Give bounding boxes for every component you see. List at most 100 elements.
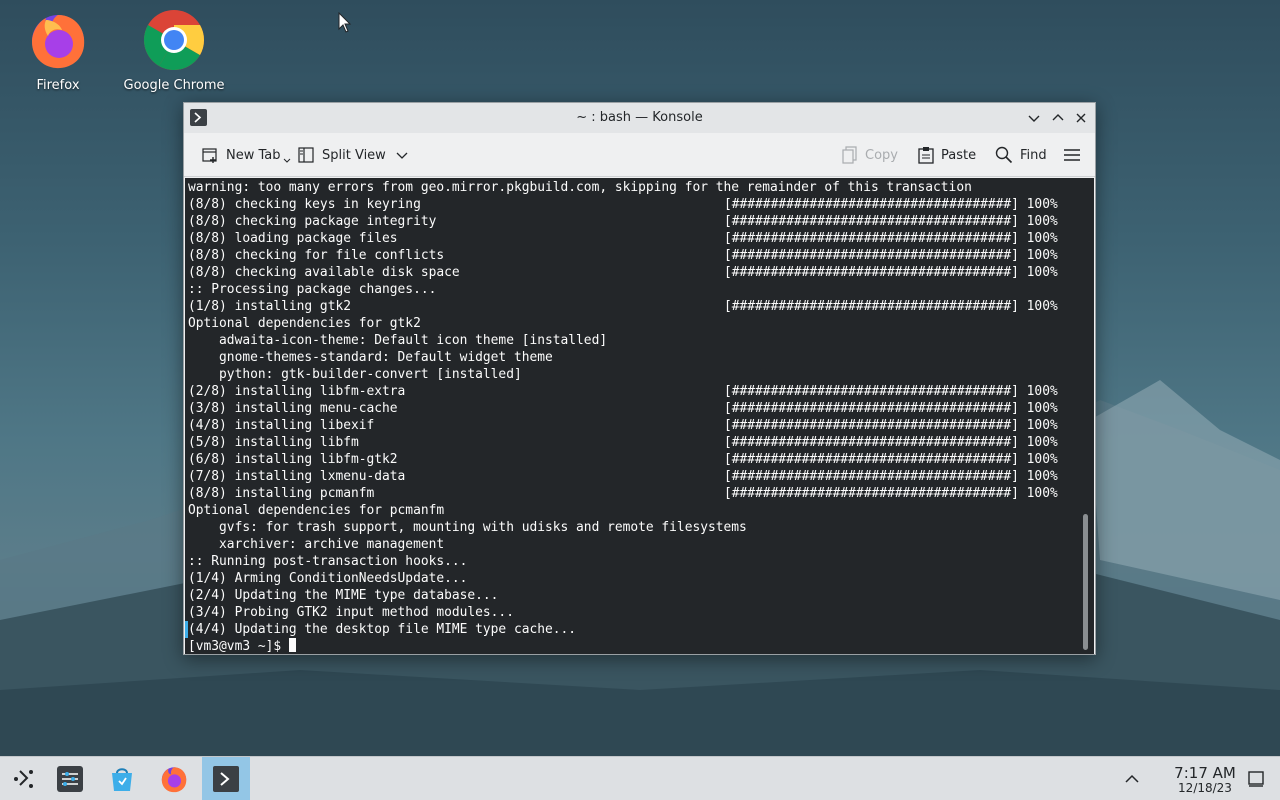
- progress-bar-text: [####################################] 1…: [724, 248, 1058, 263]
- terminal-line: (3/8) installing menu-cache [############…: [188, 400, 1058, 417]
- terminal-line-text: (7/8) installing lxmenu-data: [188, 469, 406, 484]
- split-view-button[interactable]: Split View: [297, 143, 415, 167]
- terminal-line: Optional dependencies for gtk2: [188, 315, 972, 332]
- minimize-button[interactable]: [1025, 109, 1043, 127]
- terminal-line: (3/4) Probing GTK2 input method modules.…: [188, 604, 972, 621]
- desktop-icon-google-chrome[interactable]: Google Chrome: [119, 8, 229, 93]
- terminal-line: gvfs: for trash support, mounting with u…: [188, 519, 972, 536]
- terminal-line: python: gtk-builder-convert [installed]: [188, 366, 972, 383]
- new-tab-icon: [202, 148, 217, 163]
- terminal-line-text: (3/4) Probing GTK2 input method modules.…: [188, 605, 514, 620]
- terminal-line: adwaita-icon-theme: Default icon theme […: [188, 332, 972, 349]
- terminal-line-text: Optional dependencies for pcmanfm: [188, 503, 445, 518]
- terminal-line: (4/4) Updating the desktop file MIME typ…: [188, 621, 972, 638]
- desktop-icon-firefox[interactable]: Firefox: [3, 8, 113, 93]
- close-button[interactable]: [1072, 109, 1090, 127]
- copy-button[interactable]: Copy: [842, 143, 898, 167]
- maximize-button[interactable]: [1049, 109, 1067, 127]
- shell-prompt: [vm3@vm3 ~]$: [188, 639, 289, 654]
- progress-bar-text: [####################################] 1…: [724, 214, 1058, 229]
- terminal-line-text: (8/8) installing pcmanfm: [188, 486, 375, 501]
- task-firefox[interactable]: [150, 757, 198, 800]
- find-label: Find: [1020, 147, 1047, 163]
- terminal-scrollbar[interactable]: [1083, 514, 1088, 650]
- terminal-prompt-line[interactable]: [vm3@vm3 ~]$: [188, 638, 972, 654]
- paste-button[interactable]: Paste: [918, 143, 976, 167]
- chrome-icon: [142, 8, 206, 72]
- window-title: ~ : bash — Konsole: [576, 110, 703, 125]
- terminal-line-text: (8/8) checking package integrity: [188, 214, 437, 229]
- task-konsole[interactable]: [202, 757, 250, 800]
- split-view-icon: [298, 147, 314, 163]
- progress-bar-text: [####################################] 1…: [724, 197, 1058, 212]
- terminal-line: (8/8) loading package files [############…: [188, 230, 1058, 247]
- terminal-line: (4/8) installing libexif [###############…: [188, 417, 1058, 434]
- hamburger-menu-icon: [1064, 149, 1080, 161]
- terminal-line-text: (2/4) Updating the MIME type database...: [188, 588, 499, 603]
- paste-icon: [918, 147, 934, 164]
- progress-bar-text: [####################################] 1…: [724, 384, 1058, 399]
- firefox-icon: [26, 8, 90, 72]
- terminal-line: warning: too many errors from geo.mirror…: [188, 179, 972, 196]
- new-tab-label: New Tab: [226, 147, 281, 163]
- current-line-marker: [185, 621, 188, 638]
- terminal-line: (8/8) checking package integrity [#######…: [188, 213, 1058, 230]
- progress-bar-text: [####################################] 1…: [724, 452, 1058, 467]
- terminal-line: (1/8) installing gtk2 [##################…: [188, 298, 1058, 315]
- terminal-line-text: warning: too many errors from geo.mirror…: [188, 180, 972, 195]
- terminal-line: (8/8) checking keys in keyring [#########…: [188, 196, 1058, 213]
- taskbar: 7:17 AM 12/18/23: [0, 756, 1280, 800]
- copy-icon: [842, 146, 857, 164]
- terminal-line-text: :: Processing package changes...: [188, 282, 437, 297]
- show-desktop-button[interactable]: [1232, 757, 1280, 800]
- progress-bar-text: [####################################] 1…: [724, 486, 1058, 501]
- terminal-line-text: (5/8) installing libfm: [188, 435, 359, 450]
- terminal-line: gnome-themes-standard: Default widget th…: [188, 349, 972, 366]
- terminal-line-text: (1/8) installing gtk2: [188, 299, 351, 314]
- terminal-lines: warning: too many errors from geo.mirror…: [188, 179, 1058, 654]
- terminal-line: (6/8) installing libfm-gtk2 [############…: [188, 451, 1058, 468]
- system-settings-icon: [57, 766, 83, 792]
- terminal-line-text: (8/8) checking for file conflicts: [188, 248, 445, 263]
- application-launcher-button[interactable]: [0, 757, 48, 800]
- chevron-down-icon: [396, 152, 408, 159]
- show-desktop-icon: [1248, 771, 1264, 787]
- terminal-line: (8/8) checking for file conflicts [######…: [188, 247, 1058, 264]
- progress-bar-text: [####################################] 1…: [724, 435, 1058, 450]
- terminal-line: Optional dependencies for pcmanfm: [188, 502, 972, 519]
- terminal-line-text: (8/8) checking available disk space: [188, 265, 460, 280]
- terminal-line: (2/8) installing libfm-extra [###########…: [188, 383, 1058, 400]
- progress-bar-text: [####################################] 1…: [724, 401, 1058, 416]
- new-tab-button[interactable]: New Tab: [201, 143, 291, 167]
- system-tray-expand-button[interactable]: [1110, 757, 1154, 800]
- progress-bar-text: [####################################] 1…: [724, 265, 1058, 280]
- terminal-line-text: (6/8) installing libfm-gtk2: [188, 452, 398, 467]
- paste-label: Paste: [941, 147, 977, 163]
- terminal-line-text: python: gtk-builder-convert [installed]: [188, 367, 522, 382]
- search-icon: [995, 146, 1013, 164]
- terminal-line-text: (4/4) Updating the desktop file MIME typ…: [188, 622, 577, 637]
- split-view-label: Split View: [322, 147, 386, 163]
- find-button[interactable]: Find: [995, 143, 1047, 167]
- terminal-line: (2/4) Updating the MIME type database...: [188, 587, 972, 604]
- hamburger-menu-button[interactable]: [1063, 143, 1088, 167]
- terminal-line: (5/8) installing libfm [#################…: [188, 434, 1058, 451]
- terminal-line: (7/8) installing lxmenu-data [###########…: [188, 468, 1058, 485]
- terminal-line-text: xarchiver: archive management: [188, 537, 445, 552]
- terminal-line-text: (4/8) installing libexif: [188, 418, 375, 433]
- progress-bar-text: [####################################] 1…: [724, 469, 1058, 484]
- terminal-line-text: gvfs: for trash support, mounting with u…: [188, 520, 747, 535]
- terminal-line-text: (8/8) checking keys in keyring: [188, 197, 421, 212]
- launcher-icon: [14, 770, 33, 788]
- toolbar: New Tab Split View Copy Paste Find: [184, 133, 1095, 177]
- terminal-line: :: Processing package changes...: [188, 281, 972, 298]
- terminal-line-text: (3/8) installing menu-cache: [188, 401, 398, 416]
- discover-store-icon: [112, 768, 132, 791]
- task-system-settings[interactable]: [46, 757, 94, 800]
- title-bar[interactable]: ~ : bash — Konsole: [184, 103, 1095, 133]
- copy-label: Copy: [865, 147, 898, 163]
- terminal-output[interactable]: warning: too many errors from geo.mirror…: [185, 178, 1094, 654]
- desktop-icon-label: Firefox: [36, 78, 80, 93]
- task-discover[interactable]: [98, 757, 146, 800]
- terminal-line: (8/8) installing pcmanfm [###############…: [188, 485, 1058, 502]
